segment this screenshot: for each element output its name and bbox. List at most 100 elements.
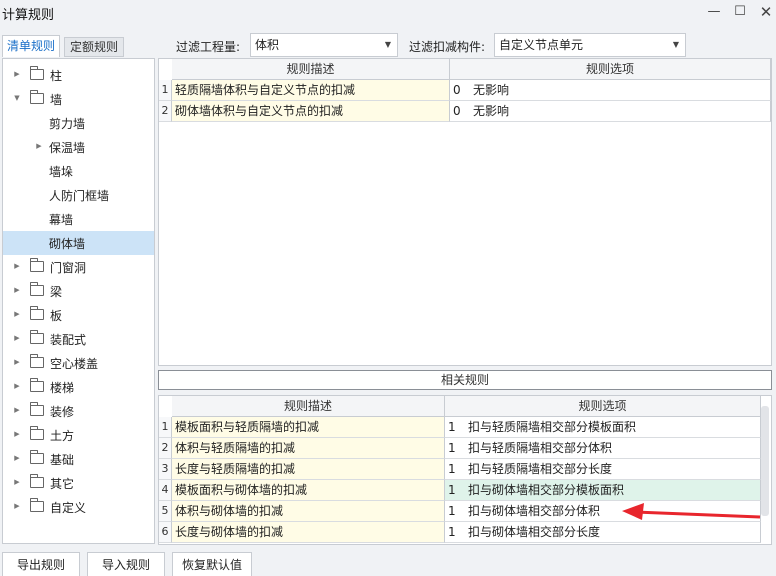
chevron-right-icon[interactable]: ▶ (12, 381, 22, 391)
chevron-right-icon[interactable]: ▶ (12, 453, 22, 463)
folder-icon (30, 330, 44, 344)
chevron-right-icon[interactable]: ▶ (12, 429, 22, 439)
option-code: 1 (448, 483, 456, 497)
row-number: 2 (159, 101, 172, 122)
chevron-right-icon[interactable]: ▶ (12, 357, 22, 367)
chevron-right-icon[interactable]: ▶ (12, 477, 22, 487)
annotation-arrow (622, 503, 761, 520)
rule-description-cell[interactable]: 长度与砌体墙的扣减 (172, 522, 445, 543)
chevron-down-icon: ▼ (672, 40, 679, 49)
tree-item[interactable]: ▶ 其它 (3, 471, 154, 495)
tree-item[interactable]: ▶ 基础 (3, 447, 154, 471)
tree-item[interactable]: ▶ 装配式 (3, 327, 154, 351)
export-rules-button[interactable]: 导出规则 (2, 552, 80, 576)
row-number: 6 (159, 522, 172, 543)
rule-option-cell[interactable]: 1 扣与轻质隔墙相交部分模板面积 (445, 417, 761, 438)
option-text: 无影响 (473, 104, 510, 118)
tree-item-label: 保温墙 (49, 141, 86, 155)
rule-option-cell[interactable]: 0 无影响 (450, 101, 771, 122)
rule-description-cell[interactable]: 轻质隔墙体积与自定义节点的扣减 (172, 80, 450, 101)
folder-icon (30, 474, 44, 488)
rules-table: 规则描述 规则选项 1 轻质隔墙体积与自定义节点的扣减 0 无影响 2 砌体墙体积与自定义… (158, 58, 772, 366)
row-number: 3 (159, 459, 172, 480)
tree-item[interactable]: ▶ 土方 (3, 423, 154, 447)
rule-description-cell[interactable]: 砌体墙体积与自定义节点的扣减 (172, 101, 450, 122)
tree-item-label: 基础 (50, 453, 75, 467)
option-text: 扣与轻质隔墙相交部分长度 (468, 462, 613, 476)
row-number: 1 (159, 80, 172, 101)
column-header-option[interactable]: 规则选项 (445, 396, 761, 417)
tree-item-label: 空心楼盖 (50, 357, 99, 371)
folder-icon (30, 354, 44, 368)
tree-item[interactable]: 砌体墙 (3, 231, 154, 255)
option-code: 0 (453, 83, 461, 97)
chevron-right-icon[interactable]: ▶ (12, 309, 22, 319)
tree-item[interactable]: ▶ 空心楼盖 (3, 351, 154, 375)
tree-item[interactable]: 墙垛 (3, 159, 154, 183)
chevron-right-icon[interactable]: ▶ (12, 405, 22, 415)
tree-item-label: 墙垛 (49, 165, 74, 179)
rule-option-cell[interactable]: 1 扣与轻质隔墙相交部分体积 (445, 438, 761, 459)
filter-component-label: 过滤扣减构件: (409, 40, 486, 54)
rule-description-cell[interactable]: 长度与轻质隔墙的扣减 (172, 459, 445, 480)
option-code: 1 (448, 504, 456, 518)
tree-item[interactable]: 人防门框墙 (3, 183, 154, 207)
title-bar: 计算规则 — ☐ ✕ (0, 0, 776, 26)
import-rules-button[interactable]: 导入规则 (87, 552, 165, 576)
chevron-right-icon[interactable]: ▶ (34, 141, 44, 151)
filter-quantity-select[interactable]: 体积 ▼ (250, 33, 398, 57)
chevron-right-icon[interactable]: ▶ (12, 285, 22, 295)
tree-item[interactable]: ▶ 自定义 (3, 495, 154, 519)
tree-item-label: 剪力墙 (49, 117, 86, 131)
tree-item[interactable]: ▶ 板 (3, 303, 154, 327)
tree-item[interactable]: ▶ 门窗洞 (3, 255, 154, 279)
column-header-option[interactable]: 规则选项 (450, 59, 771, 80)
column-header-description[interactable]: 规则描述 (172, 59, 450, 80)
tree-item[interactable]: ▶ 柱 (3, 63, 154, 87)
filter-quantity-label: 过滤工程量: (176, 40, 241, 54)
chevron-right-icon[interactable]: ▶ (12, 501, 22, 511)
rule-description-cell[interactable]: 模板面积与轻质隔墙的扣减 (172, 417, 445, 438)
row-number: 4 (159, 480, 172, 501)
minimize-icon[interactable]: — (702, 2, 726, 22)
rule-option-cell[interactable]: 0 无影响 (450, 80, 771, 101)
option-text: 扣与轻质隔墙相交部分体积 (468, 441, 613, 455)
folder-icon (30, 66, 44, 80)
option-text: 扣与砌体墙相交部分长度 (468, 525, 601, 539)
tree-item[interactable]: ▶ 楼梯 (3, 375, 154, 399)
tab-list-rules[interactable]: 清单规则 (2, 35, 60, 57)
tree-item-label: 门窗洞 (50, 261, 87, 275)
column-header-description[interactable]: 规则描述 (172, 396, 445, 417)
chevron-right-icon[interactable]: ▶ (12, 261, 22, 271)
option-text: 扣与轻质隔墙相交部分模板面积 (468, 420, 637, 434)
restore-defaults-button[interactable]: 恢复默认值 (172, 552, 252, 576)
tree-item[interactable]: ▼ 墙 (3, 87, 154, 111)
rule-option-cell[interactable]: 1 扣与砌体墙相交部分模板面积 (445, 480, 761, 501)
component-tree: ▶ 柱 ▼ 墙剪力墙 ▶ 保温墙 墙垛 人防门框墙 幕墙 砌体墙 ▶ 门窗洞 ▶ 梁 ▶ 板 ▶ 装配式 ▶ 空心楼盖… (2, 58, 155, 544)
chevron-right-icon[interactable]: ▶ (12, 333, 22, 343)
row-number: 1 (159, 417, 172, 438)
folder-icon (30, 258, 44, 272)
rule-description-cell[interactable]: 体积与砌体墙的扣减 (172, 501, 445, 522)
filter-component-select[interactable]: 自定义节点单元 ▼ (494, 33, 686, 57)
tree-item[interactable]: ▶ 装修 (3, 399, 154, 423)
option-code: 1 (448, 420, 456, 434)
tree-item[interactable]: ▶ 保温墙 (3, 135, 154, 159)
maximize-icon[interactable]: ☐ (728, 2, 752, 22)
rule-description-cell[interactable]: 模板面积与砌体墙的扣减 (172, 480, 445, 501)
folder-icon (30, 498, 44, 512)
tree-item[interactable]: ▶ 梁 (3, 279, 154, 303)
tree-item[interactable]: 幕墙 (3, 207, 154, 231)
close-icon[interactable]: ✕ (754, 2, 776, 22)
tree-item-label: 柱 (50, 69, 63, 83)
rule-option-cell[interactable]: 1 扣与轻质隔墙相交部分长度 (445, 459, 761, 480)
chevron-down-icon[interactable]: ▼ (12, 93, 22, 103)
tree-item[interactable]: 剪力墙 (3, 111, 154, 135)
rule-description-cell[interactable]: 体积与轻质隔墙的扣减 (172, 438, 445, 459)
option-code: 1 (448, 525, 456, 539)
chevron-right-icon[interactable]: ▶ (12, 69, 22, 79)
folder-icon (30, 450, 44, 464)
tree-item-label: 装配式 (50, 333, 87, 347)
tree-item-label: 幕墙 (49, 213, 74, 227)
tab-quota-rules[interactable]: 定额规则 (64, 37, 124, 57)
